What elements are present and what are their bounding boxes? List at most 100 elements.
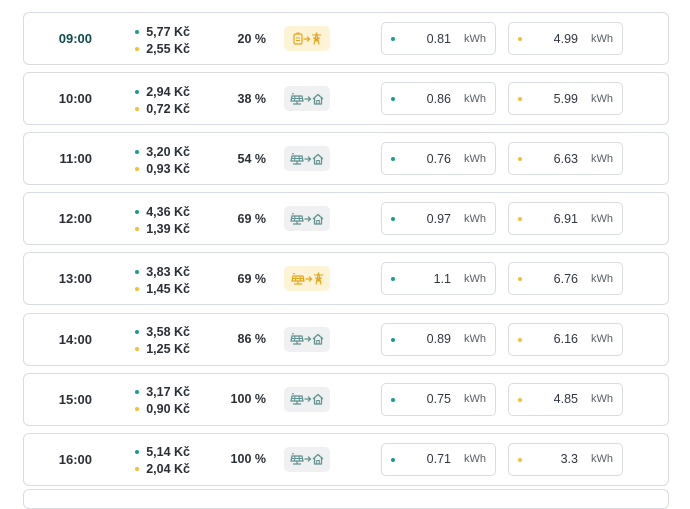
consumption-kwh-field[interactable]: 0.97 kWh bbox=[381, 202, 496, 236]
solar-to-home-icon[interactable] bbox=[284, 386, 330, 412]
sell-price: 2,04 Kč bbox=[120, 461, 190, 478]
sell-price: 0,90 Kč bbox=[120, 401, 190, 418]
production-kwh-field[interactable]: 3.3 kWh bbox=[508, 442, 623, 476]
battery-soc: 20 % bbox=[237, 31, 267, 46]
unit-label: kWh bbox=[464, 212, 486, 225]
price-block: 3,58 Kč 1,25 Kč bbox=[120, 324, 190, 358]
buy-price: 3,58 Kč bbox=[120, 324, 190, 341]
solar-to-home-icon[interactable] bbox=[284, 206, 330, 232]
battery-soc: 100 % bbox=[230, 392, 266, 407]
hour-label: 15:00 bbox=[58, 391, 92, 407]
sell-price-value: 2,55 Kč bbox=[146, 41, 190, 56]
buy-price: 3,83 Kč bbox=[120, 263, 190, 280]
consumption-kwh-value: 0.76 bbox=[426, 151, 451, 166]
consumption-kwh-value: 0.81 bbox=[426, 31, 451, 46]
production-kwh-value: 3.3 bbox=[560, 452, 578, 467]
consumption-kwh-value: 1.1 bbox=[433, 271, 451, 286]
yellow-dot-icon bbox=[518, 157, 522, 162]
teal-dot-icon bbox=[135, 450, 140, 455]
table-row bbox=[23, 489, 669, 509]
table-row: 11:00 3,20 Kč 0,93 Kč 54 % 0.76 kWh 6.63 kWh bbox=[23, 132, 669, 186]
battery-soc: 69 % bbox=[237, 211, 267, 226]
hour-label: 12:00 bbox=[58, 211, 92, 227]
sell-price-value: 0,93 Kč bbox=[146, 161, 190, 176]
unit-label: kWh bbox=[591, 212, 613, 225]
buy-price: 2,94 Kč bbox=[120, 83, 190, 100]
consumption-kwh-value: 0.75 bbox=[426, 392, 451, 407]
production-kwh-value: 6.91 bbox=[553, 211, 578, 226]
consumption-kwh-field[interactable]: 0.81 kWh bbox=[381, 22, 496, 55]
yellow-dot-icon bbox=[135, 286, 140, 291]
price-block: 5,77 Kč 2,55 Kč bbox=[120, 23, 190, 57]
solar-to-home-icon[interactable] bbox=[284, 446, 330, 472]
buy-price-value: 3,58 Kč bbox=[146, 325, 190, 339]
unit-label: kWh bbox=[591, 453, 613, 466]
sell-price-value: 2,04 Kč bbox=[146, 462, 190, 477]
hour-label: 09:00 bbox=[58, 31, 92, 46]
unit-label: kWh bbox=[591, 272, 613, 285]
teal-dot-icon bbox=[391, 157, 395, 162]
hour-label: 11:00 bbox=[59, 151, 92, 167]
teal-dot-icon bbox=[391, 37, 395, 41]
battery-soc: 86 % bbox=[237, 332, 267, 346]
teal-dot-icon bbox=[135, 149, 140, 154]
table-row: 10:00 2,94 Kč 0,72 Kč 38 % 0.86 kWh 5.99 kWh bbox=[23, 72, 669, 126]
yellow-dot-icon bbox=[135, 46, 140, 51]
table-row: 14:00 3,58 Kč 1,25 Kč 86 % 0.89 kWh 6.16 kWh bbox=[23, 312, 669, 366]
production-kwh-field[interactable]: 5.99 kWh bbox=[508, 82, 623, 116]
yellow-dot-icon bbox=[518, 457, 522, 462]
sell-price-value: 1,45 Kč bbox=[146, 281, 190, 296]
unit-label: kWh bbox=[464, 453, 486, 466]
buy-price-value: 4,36 Kč bbox=[146, 204, 190, 219]
production-kwh-value: 4.99 bbox=[553, 31, 578, 46]
yellow-dot-icon bbox=[135, 166, 140, 171]
consumption-kwh-field[interactable]: 0.75 kWh bbox=[381, 382, 496, 416]
buy-price: 4,36 Kč bbox=[120, 203, 190, 220]
sell-price: 1,39 Kč bbox=[120, 220, 190, 237]
buy-price: 3,20 Kč bbox=[120, 143, 190, 160]
yellow-dot-icon bbox=[518, 337, 522, 342]
teal-dot-icon bbox=[391, 337, 395, 342]
solar-to-home-icon[interactable] bbox=[284, 86, 330, 112]
unit-label: kWh bbox=[591, 393, 613, 406]
price-block: 3,17 Kč 0,90 Kč bbox=[120, 384, 190, 418]
table-row: 09:00 5,77 Kč 2,55 Kč 20 % 0.81 kWh 4.99 kWh bbox=[23, 12, 669, 65]
yellow-dot-icon bbox=[518, 217, 522, 222]
teal-dot-icon bbox=[135, 269, 140, 274]
production-kwh-field[interactable]: 6.91 kWh bbox=[508, 202, 623, 236]
price-block: 2,94 Kč 0,72 Kč bbox=[120, 83, 190, 117]
sell-price: 1,25 Kč bbox=[120, 341, 190, 358]
production-kwh-field[interactable]: 4.99 kWh bbox=[508, 22, 623, 55]
sell-price-value: 0,90 Kč bbox=[146, 402, 190, 417]
hour-label: 10:00 bbox=[58, 91, 92, 107]
production-kwh-field[interactable]: 4.85 kWh bbox=[508, 382, 623, 416]
sell-price-value: 0,72 Kč bbox=[146, 101, 190, 116]
hour-label: 16:00 bbox=[58, 451, 92, 467]
price-block: 4,36 Kč 1,39 Kč bbox=[120, 203, 190, 237]
battery-to-grid-icon[interactable] bbox=[284, 26, 330, 51]
buy-price-value: 3,17 Kč bbox=[146, 385, 190, 400]
production-kwh-field[interactable]: 6.16 kWh bbox=[508, 322, 623, 356]
sell-price-value: 1,25 Kč bbox=[146, 342, 190, 356]
hour-label: 13:00 bbox=[58, 271, 92, 287]
buy-price: 5,14 Kč bbox=[120, 444, 190, 461]
consumption-kwh-field[interactable]: 0.89 kWh bbox=[381, 322, 496, 356]
production-kwh-value: 5.99 bbox=[553, 91, 578, 106]
consumption-kwh-field[interactable]: 0.76 kWh bbox=[381, 142, 496, 176]
teal-dot-icon bbox=[391, 217, 395, 222]
consumption-kwh-field[interactable]: 0.71 kWh bbox=[381, 442, 496, 476]
production-kwh-field[interactable]: 6.63 kWh bbox=[508, 142, 623, 176]
sell-price-value: 1,39 Kč bbox=[146, 221, 190, 236]
solar-to-grid-icon[interactable] bbox=[284, 266, 330, 292]
buy-price-value: 2,94 Kč bbox=[146, 84, 190, 99]
consumption-kwh-value: 0.89 bbox=[426, 332, 451, 346]
production-kwh-value: 6.76 bbox=[553, 271, 578, 286]
sell-price: 0,72 Kč bbox=[120, 100, 190, 117]
solar-to-home-icon[interactable] bbox=[284, 326, 330, 352]
production-kwh-field[interactable]: 6.76 kWh bbox=[508, 262, 623, 296]
battery-soc: 100 % bbox=[230, 452, 266, 467]
production-kwh-value: 4.85 bbox=[553, 392, 578, 407]
consumption-kwh-field[interactable]: 1.1 kWh bbox=[381, 262, 496, 296]
consumption-kwh-field[interactable]: 0.86 kWh bbox=[381, 82, 496, 116]
solar-to-home-icon[interactable] bbox=[284, 146, 330, 172]
